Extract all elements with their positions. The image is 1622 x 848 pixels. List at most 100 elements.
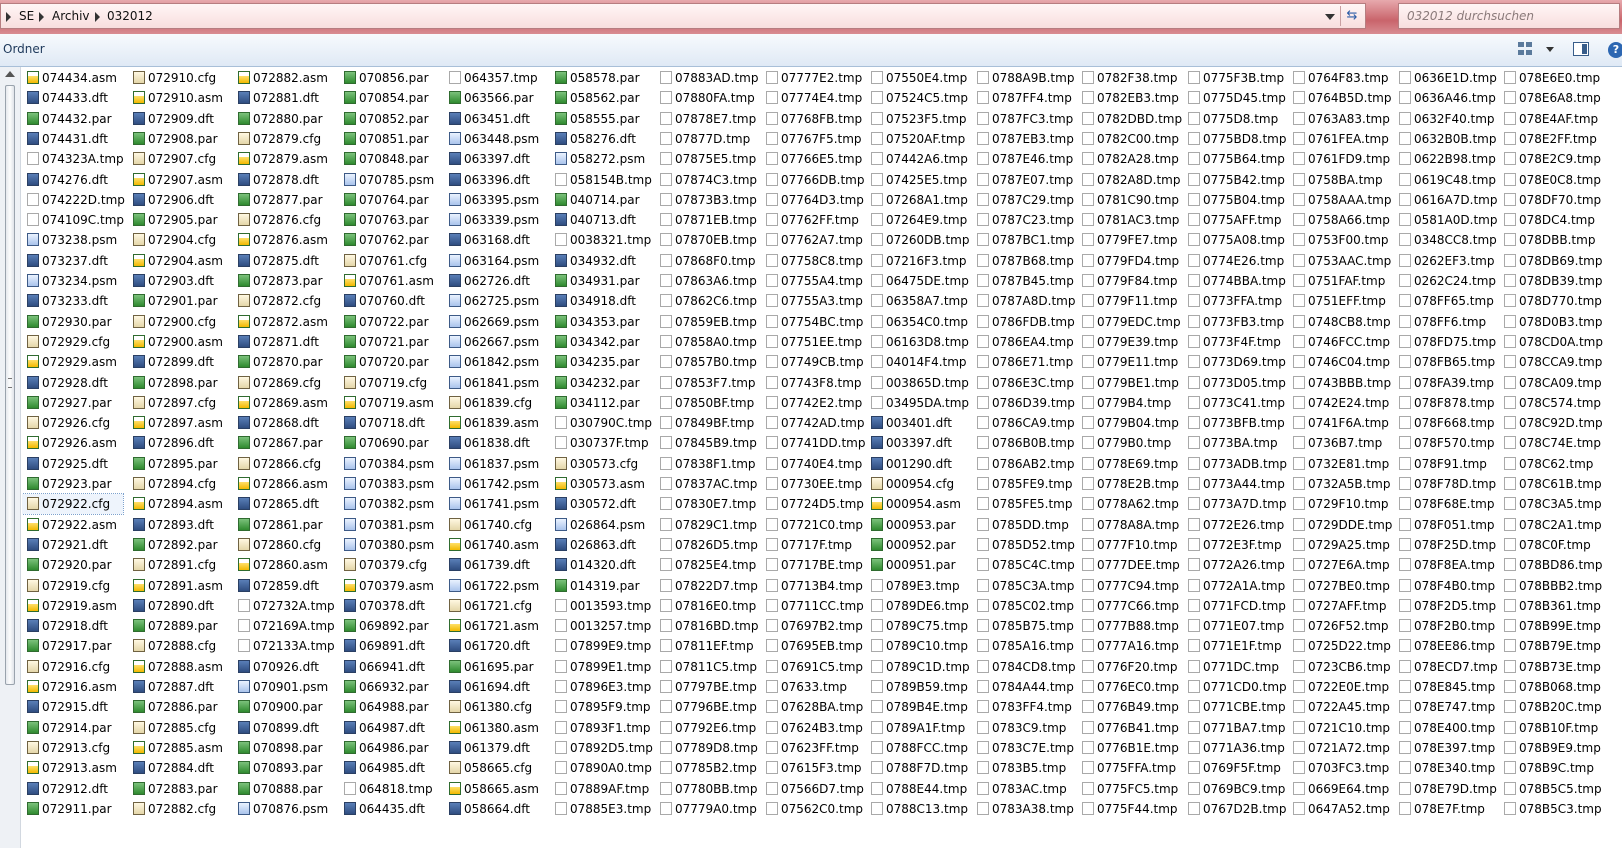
file-item[interactable]: 0779BE1.tmp [1077, 373, 1179, 393]
file-item[interactable]: 058578.par [550, 68, 651, 88]
file-item[interactable]: 0769BC9.tmp [1183, 779, 1285, 799]
file-item[interactable]: 0013257.tmp [550, 616, 651, 636]
file-item[interactable]: 0786E3C.tmp [972, 373, 1074, 393]
file-item[interactable]: 070851.par [339, 129, 440, 149]
file-item[interactable]: 0779B4.tmp [1077, 393, 1178, 413]
file-item[interactable]: 0758BA.tmp [1288, 170, 1389, 190]
file-item[interactable]: 072891.asm [128, 576, 229, 596]
file-item[interactable]: 07863A6.tmp [655, 271, 757, 291]
file-item[interactable]: 078B10F.tmp [1499, 718, 1600, 738]
file-item[interactable]: 072905.par [128, 210, 229, 230]
file-item[interactable]: 026863.dft [550, 535, 651, 555]
file-item[interactable]: 058664.dft [444, 799, 545, 819]
file-item[interactable]: 061720.dft [444, 636, 545, 656]
file-item[interactable]: 0773BFB.tmp [1183, 413, 1285, 433]
file-item[interactable]: 072916.cfg [22, 657, 123, 677]
file-item[interactable]: 034235.par [550, 352, 651, 372]
address-bar[interactable]: SE Archiv 032012 ⇆ [0, 3, 1366, 29]
file-item[interactable]: 0786D39.tmp [972, 393, 1075, 413]
file-item[interactable]: 0703FC3.tmp [1288, 758, 1389, 778]
file-item[interactable]: 07780BB.tmp [655, 779, 757, 799]
file-item[interactable]: 07766DB.tmp [761, 170, 864, 190]
breadcrumb-archiv[interactable]: Archiv [52, 9, 90, 23]
file-item[interactable]: 0776EC0.tmp [1077, 677, 1179, 697]
file-item[interactable]: 078C62.tmp [1499, 454, 1600, 474]
file-item[interactable]: 078B5C3.tmp [1499, 799, 1602, 819]
file-item[interactable]: 0787C23.tmp [972, 210, 1074, 230]
file-item[interactable]: 07816BD.tmp [655, 616, 758, 636]
file-item[interactable]: 072930.par [22, 312, 123, 332]
file-item[interactable]: 034232.par [550, 373, 651, 393]
file-item[interactable]: 078C61B.tmp [1499, 474, 1602, 494]
file-item[interactable]: 07789D8.tmp [655, 738, 758, 758]
file-item[interactable]: 070763.par [339, 210, 440, 230]
file-item[interactable]: 07742E2.tmp [761, 393, 862, 413]
file-item[interactable]: 0721C10.tmp [1288, 718, 1390, 738]
file-item[interactable]: 072859.dft [233, 576, 334, 596]
file-item[interactable]: 07766E5.tmp [761, 149, 862, 169]
file-item[interactable]: 07822D7.tmp [655, 576, 758, 596]
file-item[interactable]: 064818.tmp [339, 779, 440, 799]
file-item[interactable]: 061721.asm [444, 616, 545, 636]
file-item[interactable]: 072881.dft [233, 88, 334, 108]
file-item[interactable]: 072907.asm [128, 170, 229, 190]
file-item[interactable]: 0767D2B.tmp [1183, 799, 1286, 819]
file-item[interactable]: 061741.psm [444, 494, 545, 514]
file-item[interactable]: 070893.par [233, 758, 334, 778]
file-item[interactable]: 072866.cfg [233, 454, 334, 474]
file-item[interactable]: 07816E0.tmp [655, 596, 756, 616]
file-item[interactable]: 074431.dft [22, 129, 123, 149]
file-item[interactable]: 0775B42.tmp [1183, 170, 1285, 190]
file-item[interactable]: 073234.psm [22, 271, 123, 291]
file-item[interactable]: 070380.psm [339, 535, 440, 555]
file-item[interactable]: 072900.cfg [128, 312, 229, 332]
file-item[interactable]: 0632F40.tmp [1394, 109, 1495, 129]
file-item[interactable]: 070379.asm [339, 576, 440, 596]
file-item[interactable]: 072903.dft [128, 271, 229, 291]
file-item[interactable]: 07870EB.tmp [655, 230, 757, 250]
file-item[interactable]: 0773FB3.tmp [1183, 312, 1284, 332]
file-item[interactable]: 07880FA.tmp [655, 88, 756, 108]
file-item[interactable]: 072918.dft [22, 616, 123, 636]
file-item[interactable]: 078F051.tmp [1394, 515, 1495, 535]
file-item[interactable]: 0785FE9.tmp [972, 474, 1073, 494]
chevron-right-icon[interactable] [95, 12, 100, 22]
file-item[interactable]: 07862C6.tmp [655, 291, 757, 311]
file-item[interactable]: 066932.par [339, 677, 440, 697]
file-item[interactable]: 07520AF.tmp [866, 129, 967, 149]
file-item[interactable]: 078CD0A.tmp [1499, 332, 1603, 352]
file-item[interactable]: 072896.dft [128, 433, 229, 453]
file-item[interactable]: 07893F1.tmp [550, 718, 651, 738]
file-item[interactable]: 061722.psm [444, 576, 545, 596]
file-item[interactable]: 0776B1E.tmp [1077, 738, 1179, 758]
file-item[interactable]: 07858A0.tmp [655, 332, 757, 352]
file-item[interactable]: 078E2C9.tmp [1499, 149, 1601, 169]
file-item[interactable]: 064985.dft [339, 758, 440, 778]
file-item[interactable]: 06163D8.tmp [866, 332, 969, 352]
file-item[interactable]: 0743BBB.tmp [1288, 373, 1391, 393]
file-item[interactable]: 0783AC.tmp [972, 779, 1073, 799]
file-item[interactable]: 070719.asm [339, 393, 440, 413]
file-item[interactable]: 06475DE.tmp [866, 271, 969, 291]
file-item[interactable]: 0772E26.tmp [1183, 515, 1284, 535]
file-item[interactable]: 0782C00.tmp [1077, 129, 1179, 149]
file-item[interactable]: 0785D52.tmp [972, 535, 1075, 555]
file-item[interactable]: 0764F83.tmp [1288, 68, 1389, 88]
file-item[interactable]: 0787B68.tmp [972, 251, 1074, 271]
file-item[interactable]: 074222D.tmp [22, 190, 125, 210]
file-item[interactable]: 0773F4F.tmp [1183, 332, 1284, 352]
file-item[interactable]: 07785B2.tmp [655, 758, 757, 778]
file-item[interactable]: 0787FC3.tmp [972, 109, 1073, 129]
file-item[interactable]: 0773C41.tmp [1183, 393, 1285, 413]
file-item[interactable]: 072870.par [233, 352, 334, 372]
file-item[interactable]: 003865D.tmp [866, 373, 969, 393]
file-item[interactable]: 0783FF4.tmp [972, 697, 1073, 717]
file-item[interactable]: 0771FCD.tmp [1183, 596, 1286, 616]
file-item[interactable]: 07623FF.tmp [761, 738, 862, 758]
file-item[interactable]: 078CCA9.tmp [1499, 352, 1602, 372]
file-item[interactable]: 072928.dft [22, 373, 123, 393]
file-item[interactable]: 078E79D.tmp [1394, 779, 1497, 799]
file-item[interactable]: 0773BA.tmp [1183, 433, 1284, 453]
file-item[interactable]: 072866.asm [233, 474, 334, 494]
file-item[interactable]: 078B79E.tmp [1499, 636, 1601, 656]
